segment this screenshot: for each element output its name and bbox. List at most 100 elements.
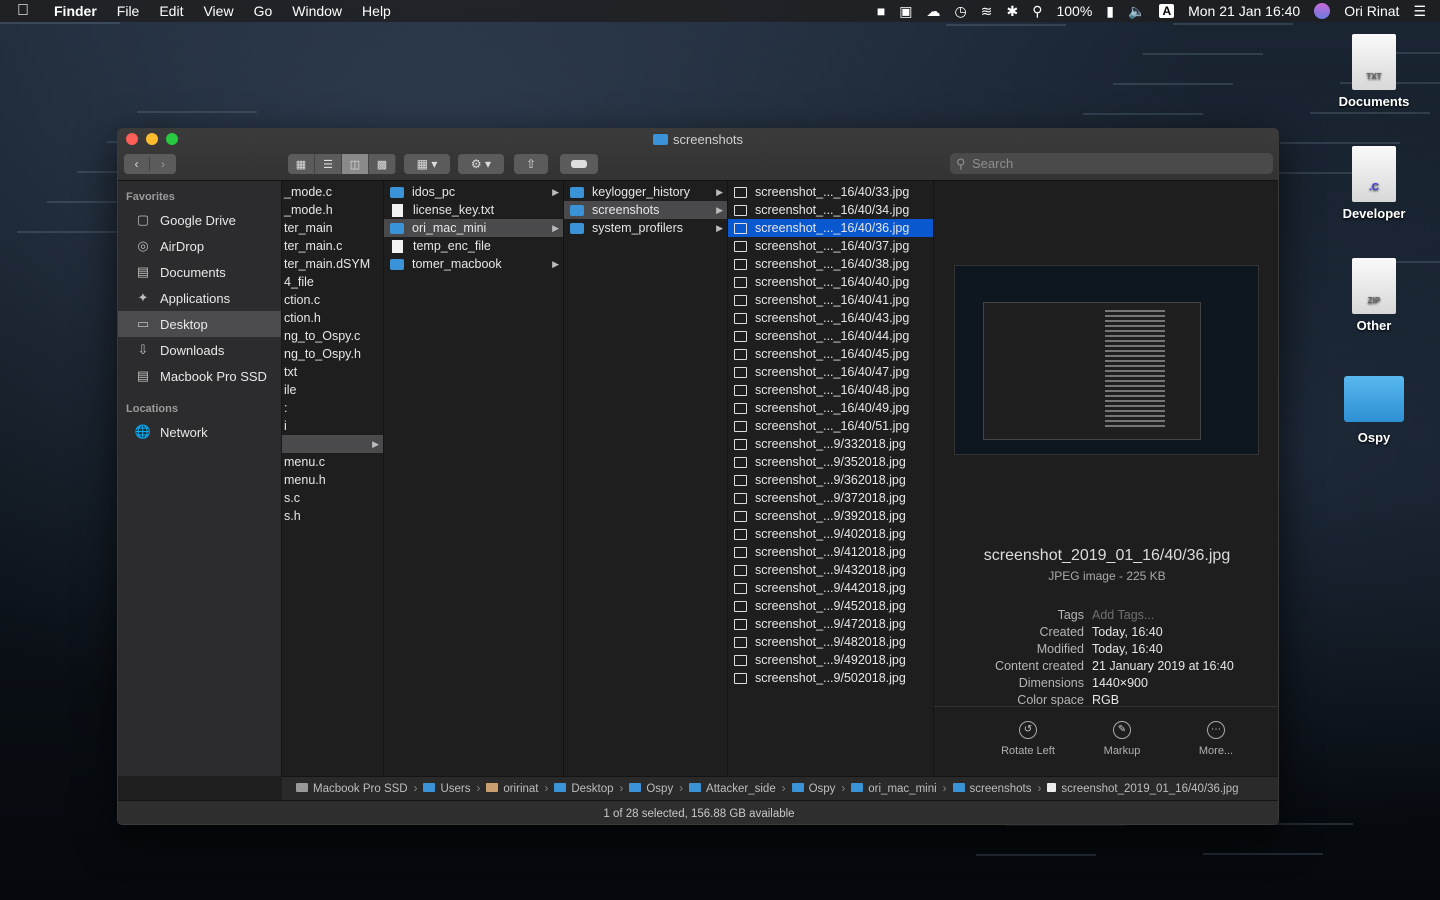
clock[interactable]: Mon 21 Jan 16:40 [1188,3,1300,19]
file-row[interactable]: screenshot_...9/412018.jpg [728,543,933,561]
file-row[interactable]: screenshot_...9/482018.jpg [728,633,933,651]
sidebar-item-airdrop[interactable]: ◎ AirDrop [118,233,281,259]
file-row[interactable]: screenshot_..._16/40/48.jpg [728,381,933,399]
file-row[interactable]: screenshot_..._16/40/41.jpg [728,291,933,309]
battery-percent[interactable]: 100% [1056,3,1092,19]
list-item[interactable]: ter_main [282,219,383,237]
menu-help[interactable]: Help [352,3,401,19]
column-view-button[interactable]: ◫ [342,154,369,174]
list-item[interactable]: i [282,417,383,435]
menu-window[interactable]: Window [282,3,352,19]
input-source-icon[interactable]: A [1159,4,1175,18]
markup-button[interactable]: ✎ Markup [1090,707,1154,776]
list-item[interactable]: ter_main.dSYM [282,255,383,273]
user-avatar-icon[interactable] [1314,3,1331,19]
file-row[interactable]: screenshot_...9/492018.jpg [728,651,933,669]
search-field[interactable]: ⚲ Search [950,153,1273,174]
path-segment[interactable]: Desktop [554,782,614,795]
file-row[interactable]: screenshot_..._16/40/44.jpg [728,327,933,345]
list-item[interactable]: keylogger_history ▶ [564,183,727,201]
gallery-view-button[interactable]: ▩ [369,154,396,174]
list-item[interactable]: menu.c [282,453,383,471]
more-button[interactable]: ⋯ More... [1184,707,1248,776]
list-item[interactable]: s.h [282,507,383,525]
user-name[interactable]: Ori Rinat [1344,3,1399,19]
file-row[interactable]: screenshot_...9/452018.jpg [728,597,933,615]
file-row[interactable]: screenshot_..._16/40/38.jpg [728,255,933,273]
apple-menu-icon[interactable]:  [0,2,46,20]
path-segment[interactable]: Ospy [629,782,673,795]
list-item[interactable]: : [282,399,383,417]
file-row[interactable]: screenshot_..._16/40/49.jpg [728,399,933,417]
path-segment[interactable]: Ospy [791,782,835,795]
path-segment[interactable]: oririnat [486,782,538,795]
list-item[interactable]: menu.h [282,471,383,489]
file-row[interactable]: screenshot_...9/432018.jpg [728,561,933,579]
path-segment[interactable]: Users [423,782,470,795]
notification-center-icon[interactable]: ☰ [1413,3,1426,20]
list-item[interactable]: _mode.c [282,183,383,201]
spotlight-search-icon[interactable]: ⚲ [1032,3,1042,20]
file-row[interactable]: screenshot_...9/472018.jpg [728,615,933,633]
file-row[interactable]: screenshot_...9/352018.jpg [728,453,933,471]
file-row[interactable]: screenshot_..._16/40/43.jpg [728,309,933,327]
file-row[interactable]: screenshot_..._16/40/34.jpg [728,201,933,219]
file-row[interactable]: screenshot_...9/502018.jpg [728,669,933,687]
forward-button[interactable]: › [150,157,176,171]
list-item[interactable]: idos_pc ▶ [384,183,563,201]
desktop-icon-documents[interactable]: TXT Documents [1319,34,1429,109]
sidebar-item-desktop[interactable]: ▭ Desktop [118,311,281,337]
group-by-button[interactable]: ▦ ▾ [404,154,450,174]
sidebar-item-documents[interactable]: ▤ Documents [118,259,281,285]
list-item[interactable]: ction.c [282,291,383,309]
list-item[interactable]: system_profilers ▶ [564,219,727,237]
preview-thumbnail[interactable] [954,265,1259,455]
path-segment[interactable]: screenshot_2019_01_16/40/36.jpg [1047,782,1238,795]
back-button[interactable]: ‹ [124,157,150,171]
rotate-left-button[interactable]: ↺ Rotate Left [996,707,1060,776]
menu-edit[interactable]: Edit [149,3,193,19]
list-item[interactable]: txt [282,363,383,381]
battery-icon[interactable]: ▮ [1106,3,1114,20]
action-button[interactable]: ⚙ ▾ [458,154,504,174]
file-row[interactable]: screenshot_..._16/40/51.jpg [728,417,933,435]
file-row[interactable]: screenshot_..._16/40/40.jpg [728,273,933,291]
list-item[interactable]: ile [282,381,383,399]
list-item[interactable]: s.c [282,489,383,507]
list-item[interactable]: screenshots ▶ [564,201,727,219]
desktop-icon-other[interactable]: ZIP Other [1319,258,1429,333]
list-item[interactable]: ter_main.c [282,237,383,255]
sidebar-item-applications[interactable]: ✦ Applications [118,285,281,311]
sidebar-item-google-drive[interactable]: ▢ Google Drive [118,207,281,233]
menu-go[interactable]: Go [244,3,283,19]
icon-view-button[interactable]: ▦ [288,154,315,174]
desktop-icon-ospy[interactable]: Ospy [1319,370,1429,445]
path-segment[interactable]: screenshots [952,782,1032,795]
menu-view[interactable]: View [193,3,243,19]
path-segment[interactable]: ori_mac_mini [851,782,937,795]
list-item[interactable]: ori_mac_mini ▶ [384,219,563,237]
sidebar-item-downloads[interactable]: ⇩ Downloads [118,337,281,363]
volume-icon[interactable]: 🔈 [1128,3,1145,20]
list-item[interactable]: 4_file [282,273,383,291]
list-item[interactable]: ction.h [282,309,383,327]
list-item[interactable]: temp_enc_file [384,237,563,255]
file-row[interactable]: screenshot_...9/332018.jpg [728,435,933,453]
list-view-button[interactable]: ☰ [315,154,342,174]
screen-status-icon[interactable]: ▣ [899,3,912,20]
file-row[interactable]: screenshot_..._16/40/33.jpg [728,183,933,201]
path-segment[interactable]: Macbook Pro SSD [296,782,408,795]
cloud-upload-icon[interactable]: ☁ [927,3,941,20]
add-tags-field[interactable]: Add Tags... [1092,608,1154,622]
time-machine-icon[interactable]: ◷ [955,3,967,20]
file-row[interactable]: screenshot_...9/402018.jpg [728,525,933,543]
list-item[interactable]: tomer_macbook ▶ [384,255,563,273]
tags-button[interactable] [560,154,598,174]
list-item[interactable]: license_key.txt [384,201,563,219]
notification-status-icon[interactable]: ■ [877,3,885,19]
file-row[interactable]: screenshot_..._16/40/36.jpg [728,219,933,237]
file-row[interactable]: screenshot_..._16/40/37.jpg [728,237,933,255]
sidebar-item-network[interactable]: 🌐 Network [118,419,281,445]
file-row[interactable]: screenshot_..._16/40/47.jpg [728,363,933,381]
desktop-icon-developer[interactable]: .C Developer [1319,146,1429,221]
